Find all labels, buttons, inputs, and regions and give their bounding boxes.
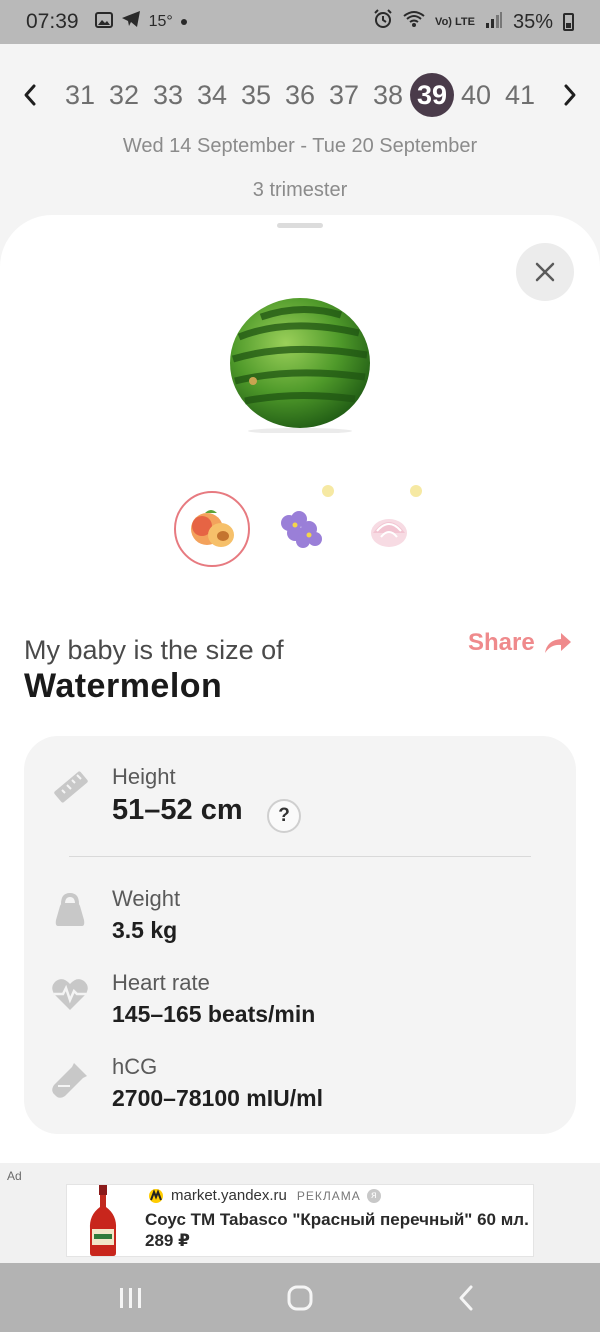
share-button[interactable]: Share (468, 629, 573, 657)
thumbnail-meringue[interactable] (351, 491, 427, 567)
week-37[interactable]: 37 (322, 73, 366, 117)
sheet-grabber[interactable] (277, 223, 323, 228)
battery-percent: 35% (512, 10, 553, 33)
week-list: 31 32 33 34 35 36 37 38 39 40 41 (58, 72, 542, 118)
height-value: 51–52 cm (112, 794, 243, 826)
close-icon (535, 262, 555, 282)
date-range: Wed 14 September - Tue 20 September (122, 135, 478, 157)
next-week-button[interactable] (550, 72, 590, 118)
week-31[interactable]: 31 (58, 73, 102, 117)
back-icon (459, 1285, 473, 1311)
week-40[interactable]: 40 (454, 73, 498, 117)
heart-rate-value: 145–165 beats/min (112, 1001, 316, 1027)
battery-icon (563, 13, 574, 31)
trimester-label: 3 trimester (252, 179, 348, 201)
ad-reklama-label: РЕКЛАМА (296, 1188, 361, 1203)
locked-indicator-dot (322, 485, 334, 497)
week-39-selected[interactable]: 39 (410, 73, 454, 117)
weight-value: 3.5 kg (112, 917, 178, 943)
stats-divider (69, 856, 531, 857)
ad-source-row: market.yandex.ru РЕКЛАМА я (147, 1187, 381, 1204)
status-temperature: 15° (148, 13, 173, 30)
violet-flower-icon (281, 511, 322, 548)
system-nav-bar (0, 1263, 600, 1332)
ad-tag: Ad (7, 1169, 22, 1183)
week-33[interactable]: 33 (146, 73, 190, 117)
ad-title: Соус ТМ Tabasco "Красный перечный" 60 мл… (145, 1210, 529, 1250)
meringue-icon (371, 519, 407, 547)
weight-icon (50, 890, 90, 930)
week-36[interactable]: 36 (278, 73, 322, 117)
baby-size-sheet: My baby is the size of Watermelon Share … (0, 215, 600, 1265)
home-icon (287, 1285, 313, 1311)
week-35[interactable]: 35 (234, 73, 278, 117)
yandex-market-icon (149, 1188, 163, 1203)
status-time: 07:39 (26, 10, 79, 33)
size-comparison-thumbnails (0, 485, 600, 567)
ruler-icon (50, 766, 90, 806)
chevron-right-icon (564, 84, 576, 106)
chevron-left-icon (24, 84, 36, 106)
gallery-icon (94, 11, 113, 34)
signal-icon (485, 11, 503, 34)
weight-label: Weight (112, 886, 181, 911)
fruit-name: Watermelon (24, 667, 223, 705)
alarm-icon (373, 9, 393, 35)
week-32[interactable]: 32 (102, 73, 146, 117)
telegram-icon (121, 10, 141, 34)
baby-stats-card: Height 51–52 cm ? Weight 3.5 kg Heart ra… (24, 736, 576, 1134)
height-label: Height (112, 764, 176, 789)
ad-banner: Ad market.yandex.ru РЕКЛАМА я Соус ТМ Ta… (0, 1163, 600, 1263)
peach-icon (191, 510, 234, 547)
recent-apps-button[interactable] (101, 1275, 161, 1321)
test-tube-icon (50, 1060, 90, 1100)
watermelon-image (229, 297, 371, 434)
ad-source: market.yandex.ru (171, 1187, 287, 1204)
height-help-button[interactable]: ? (267, 799, 301, 833)
heart-rate-icon (50, 974, 90, 1014)
week-selector: 31 32 33 34 35 36 37 38 39 40 41 (0, 72, 600, 118)
thumbnail-peach[interactable] (174, 491, 250, 567)
home-button[interactable] (270, 1275, 330, 1321)
week-41[interactable]: 41 (498, 73, 542, 117)
prev-week-button[interactable] (10, 72, 50, 118)
ad-card[interactable]: market.yandex.ru РЕКЛАМА я Соус ТМ Tabas… (66, 1184, 534, 1257)
hcg-label: hCG (112, 1054, 158, 1079)
close-button[interactable] (516, 243, 574, 301)
hcg-value: 2700–78100 mIU/ml (112, 1085, 323, 1111)
thumbnail-violet[interactable] (262, 491, 338, 567)
week-34[interactable]: 34 (190, 73, 234, 117)
network-label: Vo) LTE (435, 16, 475, 28)
size-label: My baby is the size of (24, 635, 284, 665)
locked-indicator-dot (410, 485, 422, 497)
status-bar: 07:39 15° Vo) LTE 35% (0, 0, 600, 44)
heart-rate-label: Heart rate (112, 970, 210, 995)
share-arrow-icon (544, 633, 571, 653)
week-38[interactable]: 38 (366, 73, 410, 117)
back-button[interactable] (437, 1275, 497, 1321)
wifi-icon (403, 10, 425, 34)
ad-info-icon[interactable]: я (366, 1188, 381, 1203)
recent-apps-icon (120, 1288, 141, 1308)
tabasco-bottle-image (83, 1185, 123, 1257)
share-label: Share (468, 629, 535, 656)
notification-dot-icon (180, 19, 187, 25)
